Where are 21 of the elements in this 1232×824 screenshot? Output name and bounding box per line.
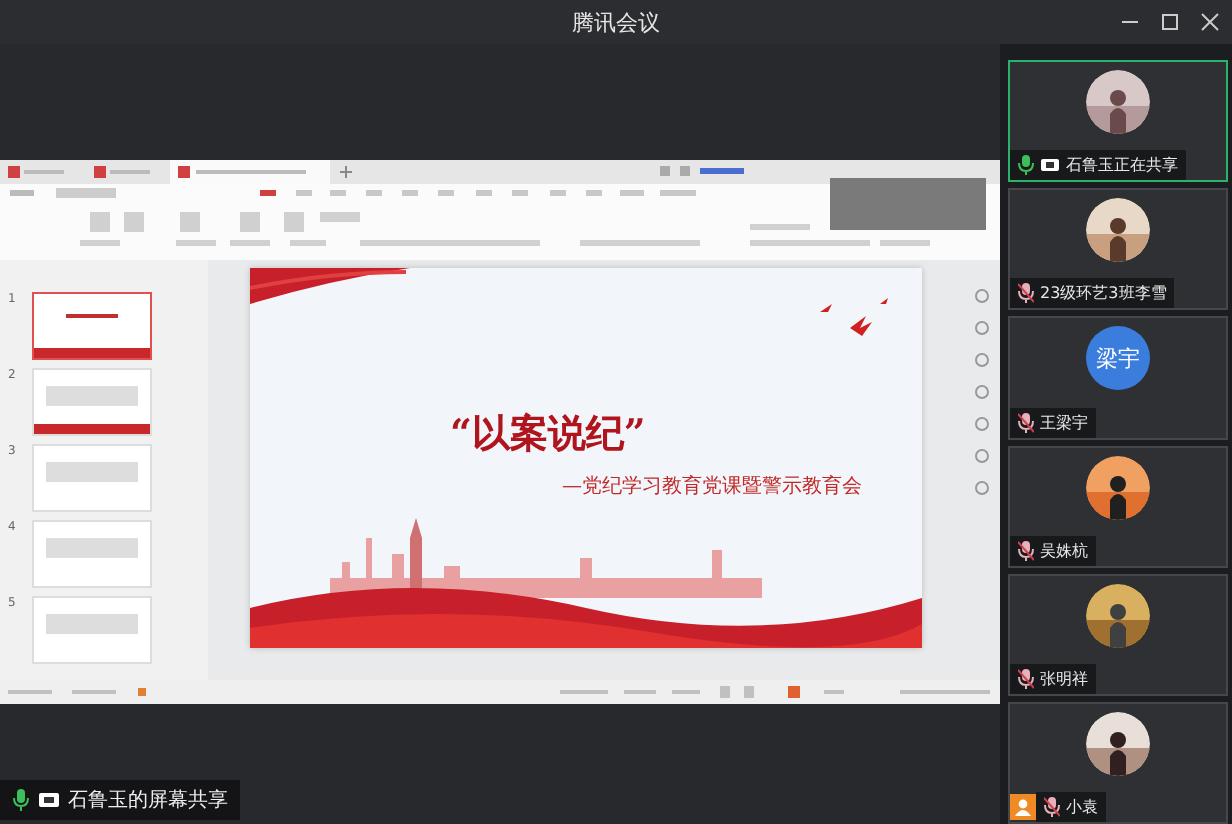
participant-tile[interactable]: 小袁: [1008, 701, 1228, 824]
participant-name: 小袁: [1066, 796, 1098, 819]
slide-thumbnail[interactable]: [32, 292, 152, 360]
participant-tile[interactable]: 梁宇 王梁宇: [1008, 316, 1228, 440]
participant-name: 张明祥: [1040, 667, 1088, 690]
participant-name: 石鲁玉正在共享: [1066, 154, 1178, 177]
participant-tile[interactable]: 石鲁玉正在共享: [1008, 60, 1228, 183]
participant-tile[interactable]: 23级环艺3班李雪: [1008, 188, 1228, 311]
slide-subtitle: —党纪学习教育党课暨警示教育会: [562, 473, 862, 500]
close-icon[interactable]: [1200, 12, 1220, 32]
participant-name: 吴姝杭: [1040, 539, 1088, 562]
maximize-icon[interactable]: [1160, 12, 1180, 32]
participant-tile[interactable]: 吴姝杭: [1008, 445, 1228, 568]
window-title: 腾讯会议: [572, 7, 660, 37]
avatar-initials: 梁宇: [1086, 326, 1150, 391]
screen-share-name: 石鲁玉的屏幕共享: [68, 787, 228, 814]
slide-title: “以案说纪”: [450, 410, 646, 460]
participant-name: 23级环艺3班李雪: [1040, 282, 1167, 305]
screen-share-icon: [38, 791, 60, 809]
participant-tile[interactable]: 张明祥: [1008, 573, 1228, 696]
participant-name: 王梁宇: [1040, 411, 1088, 434]
